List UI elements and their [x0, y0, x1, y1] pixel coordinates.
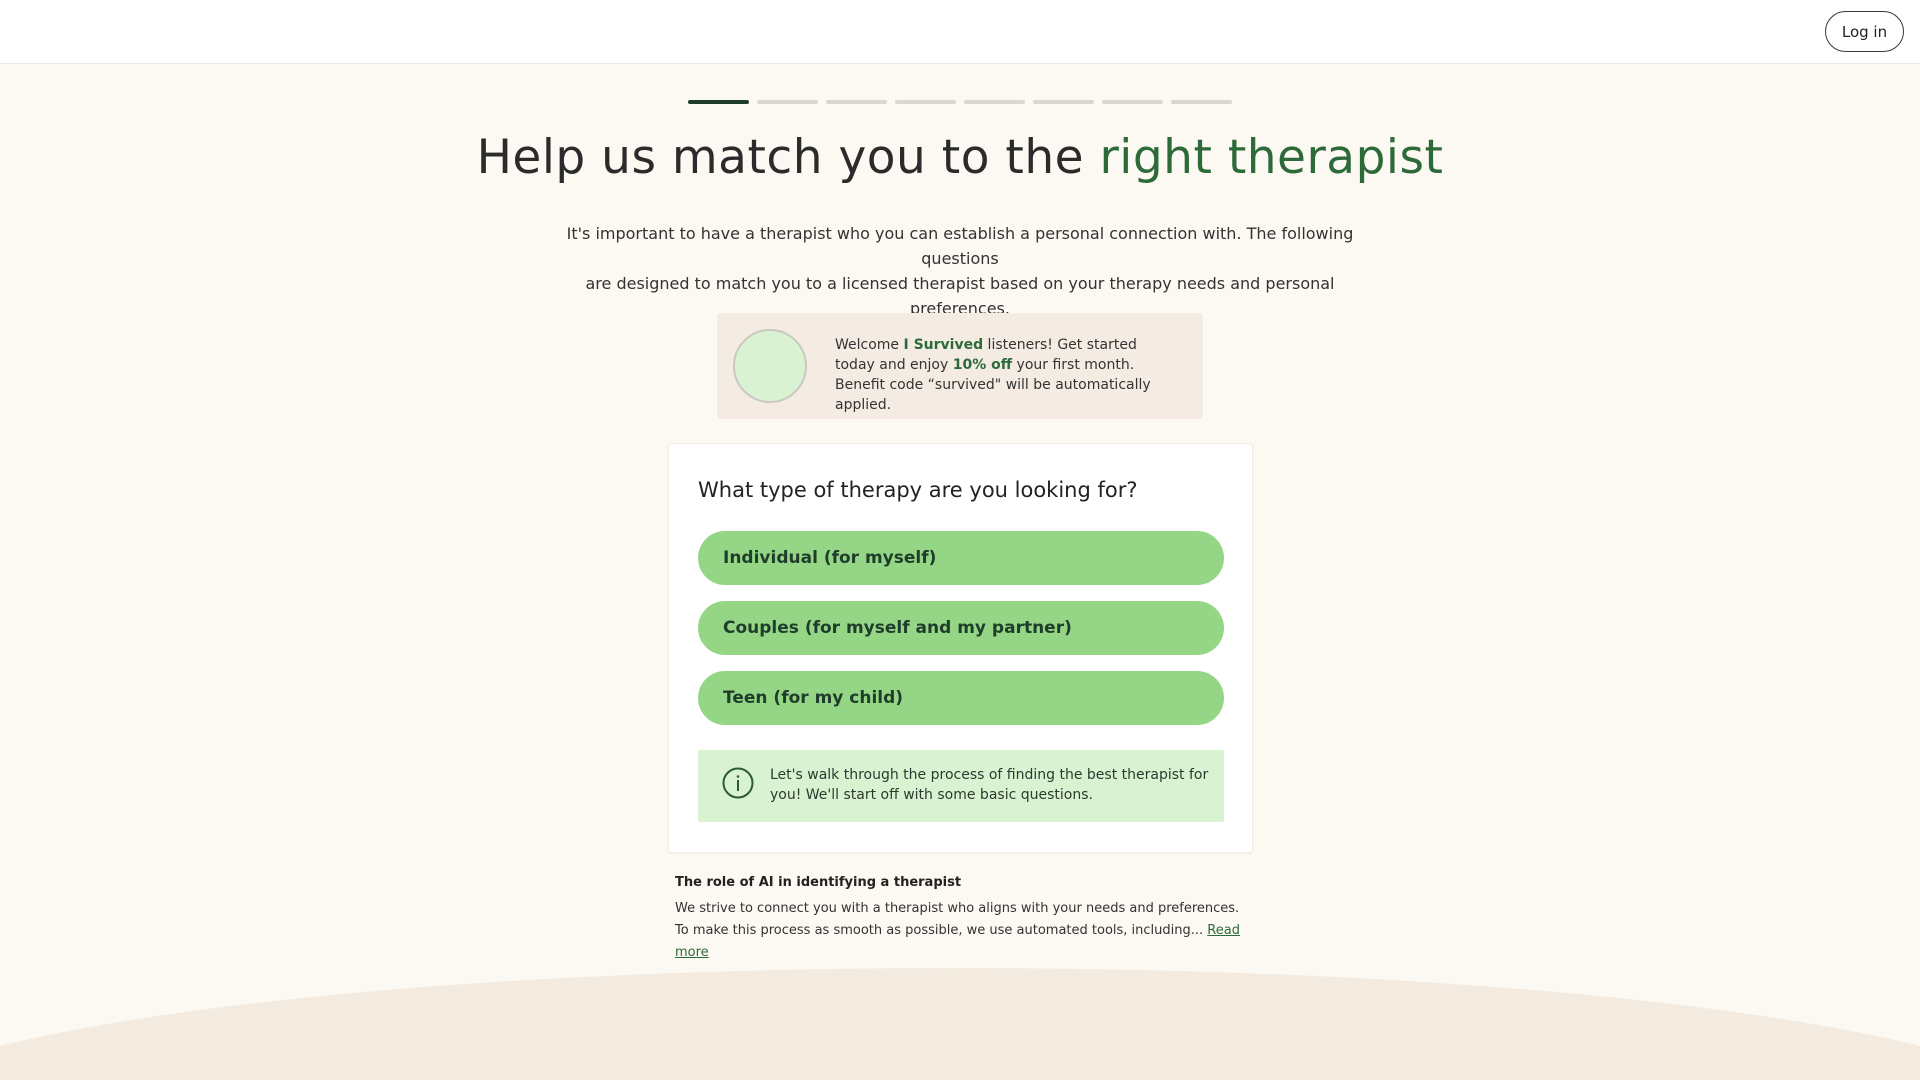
progress-step-6: [1033, 100, 1094, 104]
page-title-main: Help us match you to the: [476, 130, 1100, 185]
page-title: Help us match you to the right therapist: [0, 130, 1920, 185]
promo-discount: 10% off: [952, 357, 1013, 373]
page-title-accent: right therapist: [1099, 130, 1444, 185]
progress-step-8: [1171, 100, 1232, 104]
progress-steps: [688, 100, 1232, 104]
promo-text-pre: Welcome: [835, 337, 904, 353]
promo-banner: Welcome I Survived listeners! Get starte…: [717, 313, 1203, 419]
partner-logo: [733, 329, 807, 403]
ai-section-title: The role of AI in identifying a therapis…: [675, 875, 962, 890]
promo-text: Welcome I Survived listeners! Get starte…: [835, 335, 1175, 415]
progress-step-4: [895, 100, 956, 104]
progress-step-7: [1102, 100, 1163, 104]
info-box: Let's walk through the process of findin…: [698, 750, 1224, 822]
progress-step-1-active: [688, 100, 749, 104]
info-icon: [722, 767, 754, 799]
intro-paragraph: It's important to have a therapist who y…: [540, 221, 1380, 321]
option-individual[interactable]: Individual (for myself): [698, 531, 1224, 585]
top-header: Log in: [0, 0, 1920, 64]
progress-step-5: [964, 100, 1025, 104]
login-button[interactable]: Log in: [1825, 11, 1904, 52]
ai-section-body: We strive to connect you with a therapis…: [675, 898, 1255, 964]
footer-wave-decoration: [0, 968, 1920, 1080]
intro-line-1: It's important to have a therapist who y…: [566, 224, 1354, 268]
option-teen[interactable]: Teen (for my child): [698, 671, 1224, 725]
question-title: What type of therapy are you looking for…: [698, 478, 1138, 502]
info-text: Let's walk through the process of findin…: [770, 767, 1209, 803]
question-card: What type of therapy are you looking for…: [668, 443, 1253, 853]
progress-step-2: [757, 100, 818, 104]
ai-section-text: We strive to connect you with a therapis…: [675, 901, 1240, 938]
promo-brand: I Survived: [903, 337, 984, 353]
progress-step-3: [826, 100, 887, 104]
option-couples[interactable]: Couples (for myself and my partner): [698, 601, 1224, 655]
